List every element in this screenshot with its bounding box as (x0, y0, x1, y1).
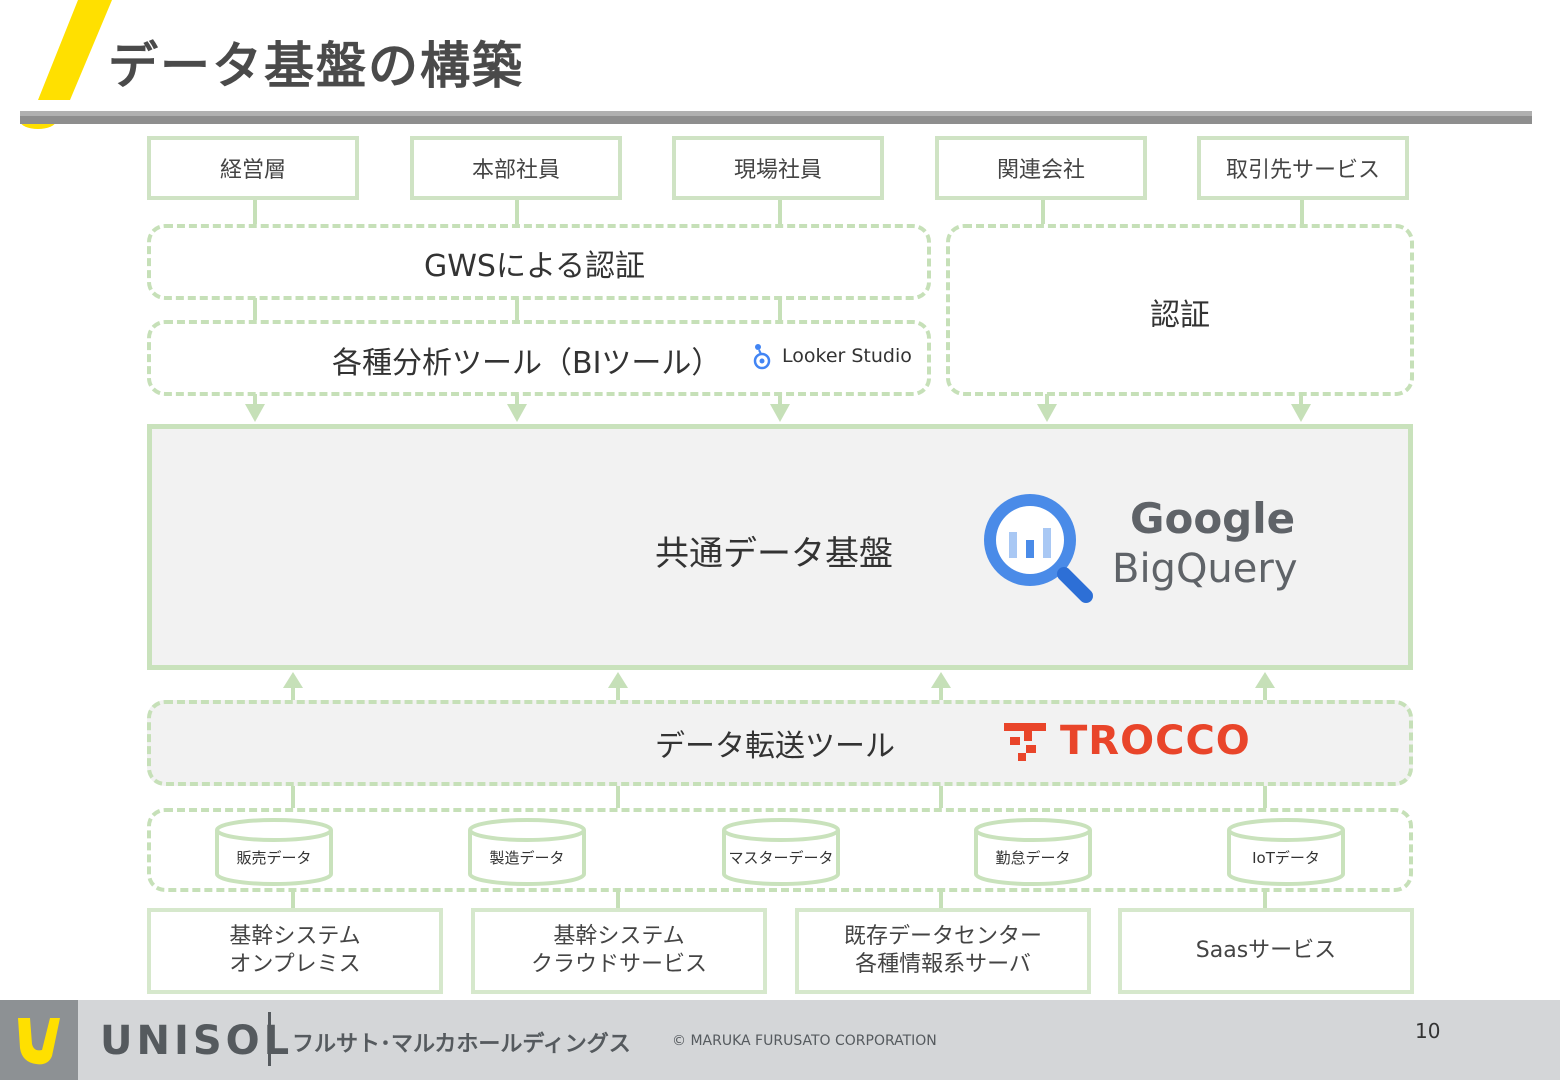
db-master: マスターデータ (728, 849, 834, 867)
source-saas: Saasサービス (1118, 908, 1414, 994)
source-cloud: 基幹システム クラウドサービス (471, 908, 767, 994)
source-datacenter: 既存データセンター 各種情報系サーバ (795, 908, 1091, 994)
page-number: 10 (1415, 1019, 1441, 1043)
source-onpremise: 基幹システム オンプレミス (147, 908, 443, 994)
source-onpremise-line2: オンプレミス (229, 952, 361, 977)
db-manufacturing: 製造データ (489, 849, 565, 867)
footer-divider (268, 1012, 271, 1066)
source-onpremise-line1: 基幹システム (229, 924, 361, 949)
database-cylinders (215, 818, 1345, 886)
source-datacenter-line1: 既存データセンター (843, 924, 1042, 949)
source-cloud-line2: クラウドサービス (530, 952, 707, 977)
footer-logo-tile (0, 1000, 78, 1080)
footer-copyright: © MARUKA FURUSATO CORPORATION (672, 1033, 937, 1049)
db-iot: IoTデータ (1252, 849, 1320, 867)
source-cloud-line1: 基幹システム (553, 924, 685, 949)
db-attendance: 勤怠データ (995, 849, 1071, 867)
unisol-mark-icon (18, 1018, 60, 1065)
db-sales: 販売データ (236, 849, 312, 867)
footer-company: フルサト･マルカホールディングス (292, 1032, 631, 1057)
footer-brand: UNISOL (100, 1018, 294, 1064)
source-saas-line1: Saasサービス (1195, 938, 1337, 963)
source-datacenter-line2: 各種情報系サーバ (855, 952, 1031, 977)
